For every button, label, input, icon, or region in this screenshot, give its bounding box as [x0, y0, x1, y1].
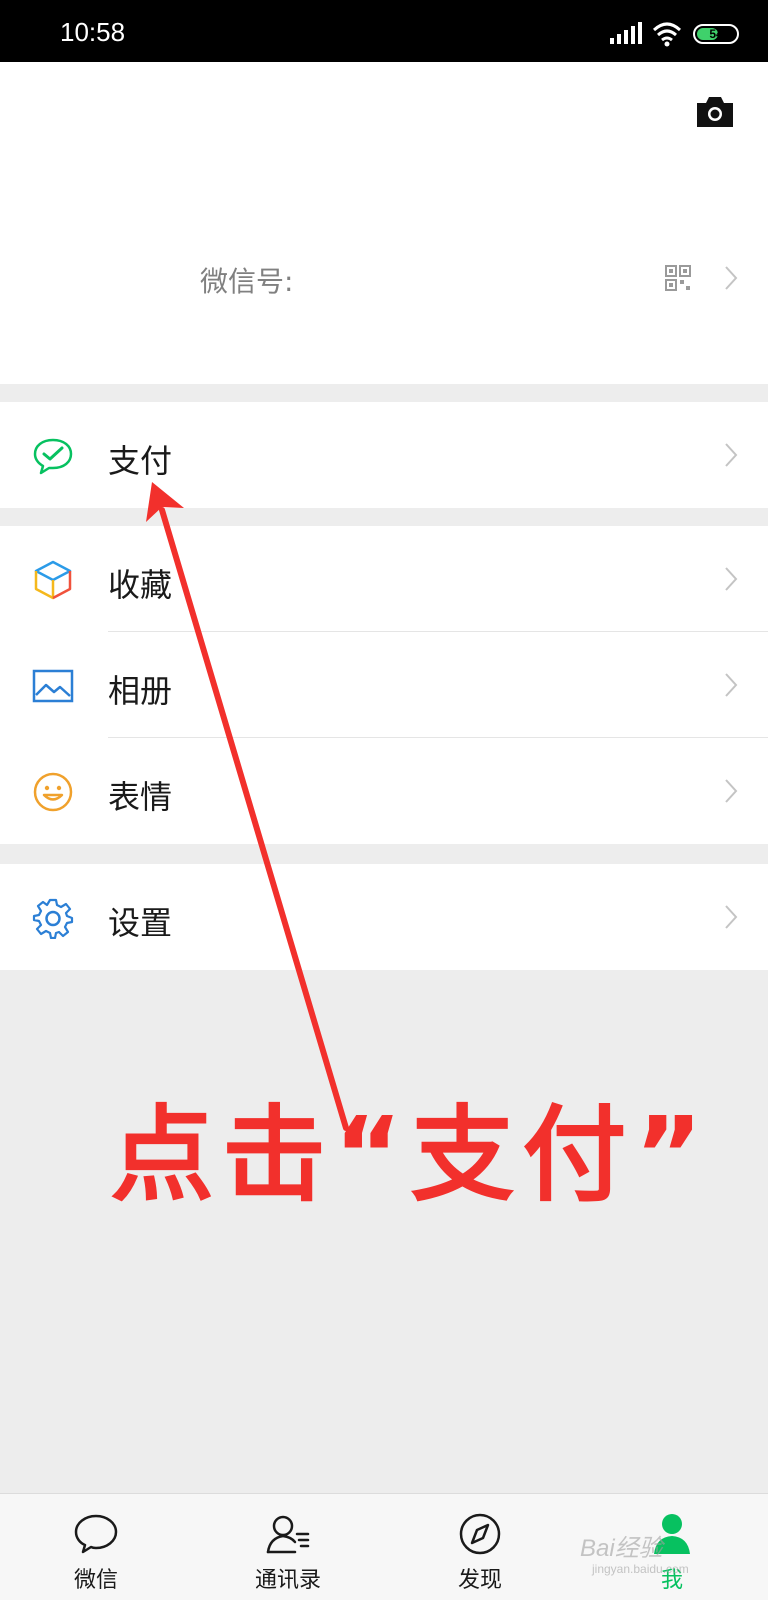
signal-icon: [610, 22, 642, 44]
menu-item-album[interactable]: 相册: [0, 632, 768, 738]
watermark-url: jingyan.baidu.com: [592, 1562, 689, 1576]
tab-label-discover: 发现: [457, 1568, 502, 1593]
menu-group-pay: 支付: [0, 402, 768, 508]
profile-header[interactable]: 微信号:: [0, 62, 768, 384]
chevron-right-icon: [725, 779, 738, 803]
tab-chats[interactable]: 微信: [36, 1494, 156, 1600]
wechat-me-page: 10:58 54 微信号: 支付 收藏 相册 表情 设置 点击“支付” 微信 通…: [0, 0, 768, 1600]
qr-code-icon[interactable]: [665, 265, 691, 291]
chevron-right-icon: [725, 905, 738, 929]
battery-icon: 54: [693, 24, 739, 44]
chevron-right-icon: [725, 443, 738, 467]
wifi-icon: [652, 22, 682, 47]
tab-label-contacts: 通讯录: [254, 1568, 321, 1593]
menu-label-pay: 支付: [108, 442, 173, 480]
contacts-icon: [266, 1515, 310, 1554]
chevron-right-icon: [725, 673, 738, 697]
camera-icon[interactable]: [694, 94, 736, 130]
watermark-logo: Bai经验: [580, 1535, 663, 1562]
compass-icon: [459, 1513, 501, 1555]
menu-item-favorites[interactable]: 收藏: [0, 526, 768, 632]
chevron-right-icon: [725, 266, 738, 290]
tab-contacts[interactable]: 通讯录: [228, 1494, 348, 1600]
menu-item-settings[interactable]: 设置: [0, 864, 768, 970]
favorites-cube-icon: [34, 560, 72, 600]
status-time: 10:58: [60, 17, 126, 47]
chevron-right-icon: [725, 567, 738, 591]
tab-discover[interactable]: 发现: [420, 1494, 540, 1600]
annotation-text: 点击“支付”: [110, 1094, 711, 1216]
gear-icon: [32, 898, 74, 939]
menu-item-stickers[interactable]: 表情: [0, 738, 768, 844]
battery-level-text: 54: [709, 27, 723, 41]
tab-label-chats: 微信: [73, 1568, 118, 1593]
menu-label-album: 相册: [108, 672, 173, 710]
album-icon: [32, 669, 74, 703]
menu-item-pay[interactable]: 支付: [0, 402, 768, 508]
chat-bubble-icon: [74, 1514, 118, 1554]
wechat-id-label: 微信号:: [200, 265, 294, 298]
wechat-pay-icon: [33, 438, 73, 475]
menu-label-favorites: 收藏: [108, 566, 173, 604]
status-bar: 10:58 54: [0, 0, 768, 62]
menu-group-settings: 设置: [0, 864, 768, 970]
menu-label-settings: 设置: [108, 904, 173, 942]
menu-group-content: 收藏 相册 表情: [0, 526, 768, 844]
smiley-icon: [33, 772, 73, 812]
menu-label-stickers: 表情: [108, 778, 173, 816]
